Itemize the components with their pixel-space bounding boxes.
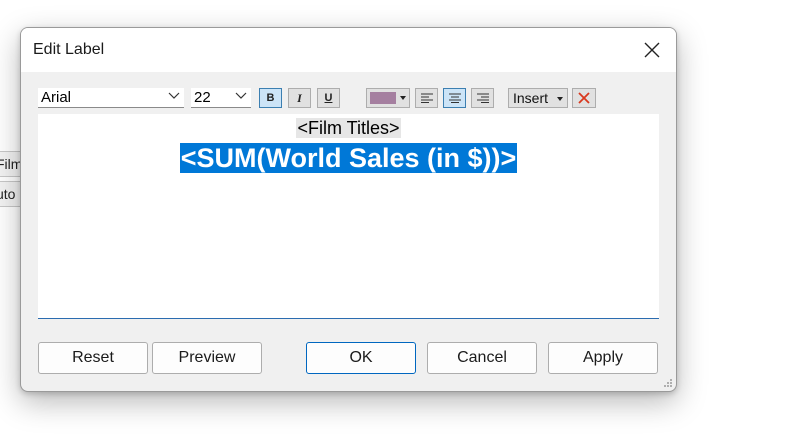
clear-x-icon xyxy=(578,92,590,104)
format-toolbar: Arial 22 B I U Insert xyxy=(38,87,658,109)
world-sales-field-selected: <SUM(World Sales (in $))> xyxy=(179,143,518,173)
apply-button[interactable]: Apply xyxy=(548,342,658,374)
chevron-down-icon xyxy=(235,92,247,99)
reset-button[interactable]: Reset xyxy=(38,342,148,374)
italic-label: I xyxy=(297,90,302,105)
preview-label: Preview xyxy=(178,349,236,366)
label-text-editor[interactable]: <Film Titles> <SUM(World Sales (in $))> xyxy=(38,114,659,319)
preview-button[interactable]: Preview xyxy=(152,342,262,374)
caret-down-icon xyxy=(557,97,563,101)
underline-label: U xyxy=(324,92,333,104)
italic-button[interactable]: I xyxy=(288,88,311,108)
insert-menu-button[interactable]: Insert xyxy=(508,88,568,108)
ok-label: OK xyxy=(349,349,373,366)
align-center-button[interactable] xyxy=(443,88,466,108)
reset-label: Reset xyxy=(72,349,114,366)
background-fragment-text: uto xyxy=(0,186,16,202)
ok-button[interactable]: OK xyxy=(306,342,416,374)
align-left-icon xyxy=(420,93,433,103)
underline-button[interactable]: U xyxy=(317,88,340,108)
font-family-value: Arial xyxy=(41,89,72,106)
caret-down-icon xyxy=(400,96,406,100)
dialog-title: Edit Label xyxy=(33,41,105,58)
bold-label: B xyxy=(266,92,275,104)
close-icon xyxy=(644,42,660,58)
align-left-button[interactable] xyxy=(415,88,438,108)
cancel-label: Cancel xyxy=(457,349,507,366)
font-size-select[interactable]: 22 xyxy=(191,88,251,108)
dialog-titlebar: Edit Label xyxy=(21,28,676,72)
resize-grip-icon[interactable] xyxy=(663,378,673,388)
font-size-value: 22 xyxy=(194,89,211,106)
align-right-icon xyxy=(476,93,489,103)
edit-label-dialog: Edit Label Arial 22 B I U Insert <Film T… xyxy=(20,27,677,392)
chevron-down-icon xyxy=(168,92,180,99)
text-color-button[interactable] xyxy=(366,88,410,108)
close-button[interactable] xyxy=(628,28,676,72)
align-center-icon xyxy=(448,93,461,103)
cancel-button[interactable]: Cancel xyxy=(427,342,537,374)
film-titles-field: <Film Titles> xyxy=(296,118,401,138)
font-family-select[interactable]: Arial xyxy=(38,88,184,108)
clear-formatting-button[interactable] xyxy=(572,88,596,108)
editor-line-2: <SUM(World Sales (in $))> xyxy=(38,141,659,176)
apply-label: Apply xyxy=(582,349,624,366)
align-right-button[interactable] xyxy=(471,88,494,108)
insert-label: Insert xyxy=(513,90,549,106)
editor-line-1: <Film Titles> xyxy=(38,118,659,139)
bold-button[interactable]: B xyxy=(259,88,282,108)
text-color-swatch xyxy=(370,92,396,104)
